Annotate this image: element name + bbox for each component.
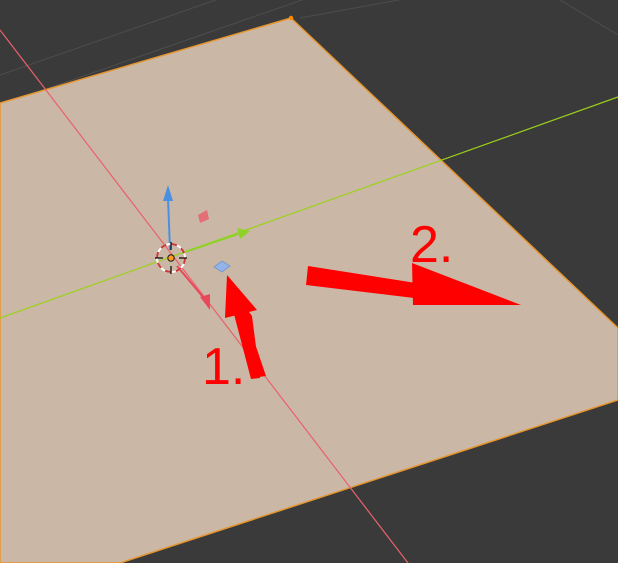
3d-viewport[interactable]: 1. 2. [0,0,618,563]
plane-mesh[interactable] [0,17,618,563]
object-origin-icon [167,254,175,262]
viewport-canvas[interactable]: 1. 2. [0,0,618,563]
annotation-label-1: 1. [202,338,245,396]
vertex-dot[interactable] [288,15,294,21]
annotation-label-2: 2. [410,216,453,274]
